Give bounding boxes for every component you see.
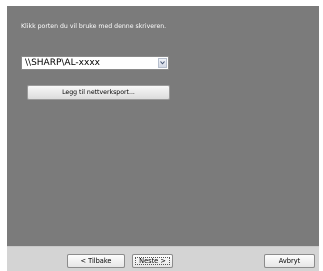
cancel-button[interactable]: Avbryt — [264, 254, 315, 268]
dropdown-button[interactable] — [158, 58, 167, 68]
add-network-port-label: Legg til nettverksport... — [62, 89, 135, 96]
next-button-label: Neste > — [139, 257, 166, 265]
instruction-text: Klikk porten du vil bruke med denne skri… — [21, 23, 167, 30]
wizard-window: Klikk porten du vil bruke med denne skri… — [0, 0, 323, 271]
port-select[interactable]: \\SHARP\AL-xxxx — [21, 56, 169, 70]
next-button[interactable]: Neste > — [132, 254, 173, 268]
back-button[interactable]: < Tilbake — [67, 254, 125, 268]
back-button-label: < Tilbake — [80, 257, 112, 265]
chevron-down-icon — [160, 61, 165, 65]
cancel-button-label: Avbryt — [278, 257, 301, 265]
wizard-content-panel — [7, 6, 319, 246]
wizard-footer: < Tilbake Neste > Avbryt — [7, 247, 319, 271]
port-select-value: \\SHARP\AL-xxxx — [25, 58, 100, 68]
add-network-port-button[interactable]: Legg til nettverksport... — [27, 85, 170, 100]
